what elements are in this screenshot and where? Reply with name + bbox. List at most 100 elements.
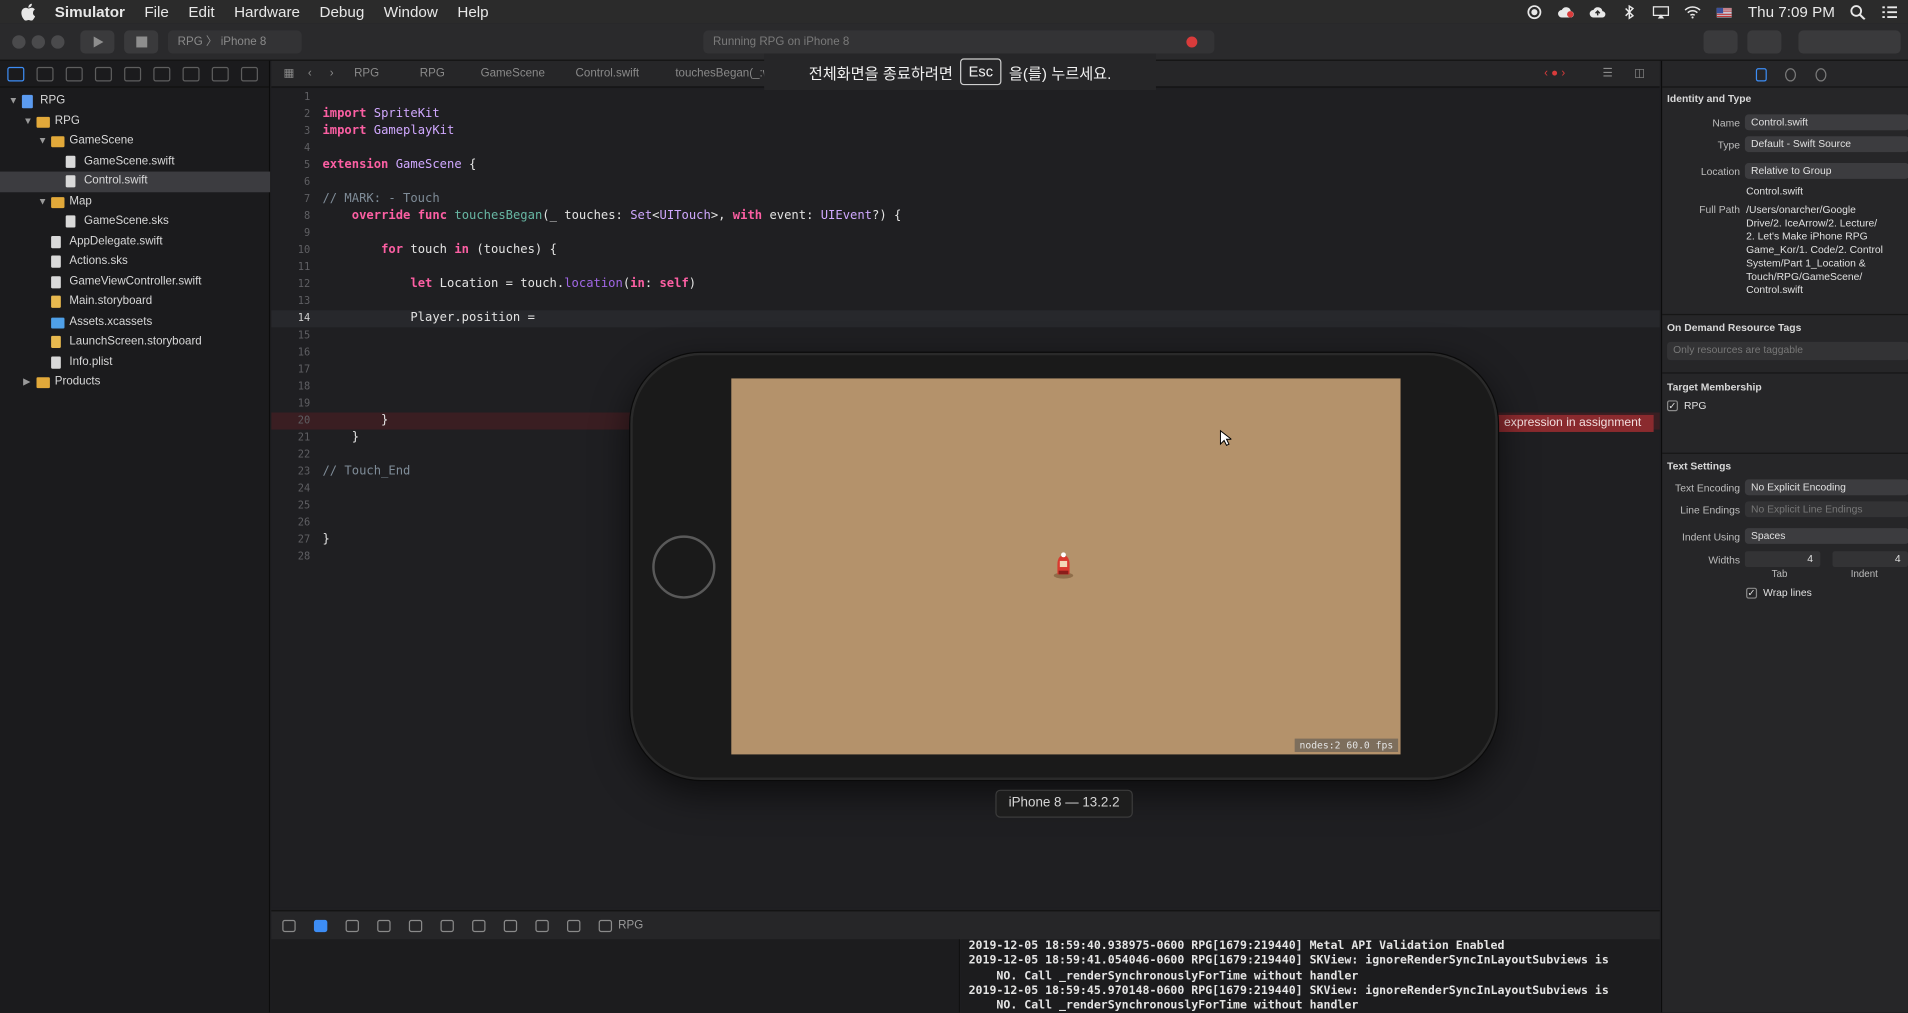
bluetooth-icon[interactable] [1621, 4, 1638, 19]
hide-debug-icon[interactable] [282, 919, 296, 933]
step-over-icon[interactable] [377, 919, 391, 933]
game-screen[interactable]: nodes:2 60.0 fps [731, 378, 1401, 755]
pause-icon[interactable] [345, 919, 359, 933]
indent-width-field[interactable]: 4 [1832, 551, 1908, 568]
line-number[interactable]: 6 [271, 174, 310, 191]
menu-help[interactable]: Help [457, 3, 488, 20]
panel-toggle-group[interactable] [1798, 30, 1901, 54]
minimap-icon[interactable]: ☰ [1603, 67, 1613, 80]
debug-target[interactable]: RPG [618, 919, 643, 932]
tree-item[interactable]: ▼ Map [0, 192, 270, 212]
flag-icon[interactable] [1716, 4, 1733, 19]
warning-icon[interactable] [124, 66, 142, 81]
code-line[interactable]: 2 import SpriteKit [271, 106, 1659, 123]
line-number[interactable]: 10 [271, 242, 310, 259]
line-number[interactable]: 20 [271, 412, 310, 429]
code-line[interactable]: 7 // MARK: - Touch [271, 191, 1659, 208]
list-icon[interactable] [1881, 4, 1898, 19]
line-number[interactable]: 22 [271, 447, 310, 464]
breadcrumb-folder[interactable]: GameScene [481, 67, 545, 80]
error-message[interactable]: expression in assignment [1496, 414, 1654, 432]
airplay-icon[interactable] [1653, 4, 1670, 19]
environment-icon[interactable] [535, 919, 549, 933]
variables-view[interactable] [271, 939, 961, 1013]
breakpoints-icon[interactable] [313, 919, 328, 933]
scheme-selector[interactable]: RPG 〉 iPhone 8 [167, 30, 302, 54]
line-number[interactable]: 28 [271, 549, 310, 566]
code-line[interactable]: 13 [271, 293, 1659, 310]
menu-window[interactable]: Window [384, 3, 438, 20]
library-button[interactable] [1703, 30, 1738, 54]
code-text[interactable]: import SpriteKit [322, 106, 439, 123]
minimize-window-button[interactable] [31, 35, 46, 49]
code-line[interactable]: 8 override func touchesBegan(_ touches: … [271, 208, 1659, 225]
target-checkbox[interactable]: ✓ [1667, 400, 1678, 412]
line-number[interactable]: 4 [271, 140, 310, 157]
console-output[interactable]: 2019-12-05 18:59:40.938975-0600 RPG[1679… [961, 939, 1660, 1013]
forward-icon[interactable]: › [330, 67, 334, 80]
code-text[interactable]: import GameplayKit [322, 123, 454, 140]
code-line[interactable]: 4 [271, 140, 1659, 157]
tree-item[interactable]: ▼ GameScene [0, 131, 270, 151]
zoom-window-button[interactable] [51, 35, 65, 49]
cloud-upload-icon[interactable] [1590, 4, 1607, 19]
line-number[interactable]: 14 [271, 310, 310, 327]
memory-graph-icon[interactable] [503, 919, 518, 933]
location-select[interactable]: Relative to Group [1744, 163, 1908, 179]
location-icon[interactable] [567, 919, 581, 933]
line-number[interactable]: 9 [271, 225, 310, 242]
error-indicator[interactable] [1186, 36, 1198, 48]
issue-nav-icon[interactable]: ‹ ● › [1544, 67, 1565, 80]
line-number[interactable]: 18 [271, 378, 310, 395]
tree-item[interactable]: ▼ RPG [0, 111, 270, 131]
history-icon[interactable] [1785, 68, 1796, 82]
line-number[interactable]: 13 [271, 293, 310, 310]
name-field[interactable]: Control.swift [1744, 114, 1908, 131]
disclosure-icon[interactable]: ▼ [23, 111, 33, 131]
code-text[interactable]: // Touch_End [322, 464, 410, 481]
indent-select[interactable]: Spaces [1744, 528, 1908, 544]
line-number[interactable]: 1 [271, 89, 310, 106]
record-icon[interactable] [1526, 4, 1543, 19]
disclosure-icon[interactable]: ▼ [9, 91, 19, 111]
code-line[interactable]: 9 [271, 225, 1659, 242]
odr-tags-field[interactable]: Only resources are taggable [1667, 341, 1908, 361]
code-line[interactable]: 5 extension GameScene { [271, 157, 1659, 174]
tree-item[interactable]: GameViewController.swift [0, 272, 270, 292]
code-text[interactable]: for touch in (touches) { [322, 242, 557, 259]
tab-width-field[interactable]: 4 [1744, 551, 1821, 568]
code-line[interactable]: 1 [271, 89, 1659, 106]
tree-item[interactable]: AppDelegate.swift [0, 232, 270, 252]
endings-select[interactable]: No Explicit Line Endings [1744, 501, 1908, 518]
wrap-lines-checkbox[interactable]: ✓ [1746, 587, 1758, 599]
line-number[interactable]: 26 [271, 515, 310, 532]
line-number[interactable]: 8 [271, 208, 310, 225]
code-line[interactable]: 14 Player.position = [271, 310, 1660, 328]
menu-edit[interactable]: Edit [188, 3, 214, 20]
code-text[interactable]: } [322, 430, 359, 447]
breadcrumb-group[interactable]: RPG [420, 67, 445, 80]
line-number[interactable]: 7 [271, 191, 310, 208]
menubar-clock[interactable]: Thu 7:09 PM [1748, 3, 1835, 20]
debug-icon[interactable] [182, 66, 200, 81]
code-line[interactable]: 11 [271, 259, 1659, 276]
tree-item[interactable]: GameScene.swift [0, 151, 270, 171]
stop-button[interactable] [124, 30, 159, 54]
line-number[interactable]: 16 [271, 344, 310, 361]
line-number[interactable]: 12 [271, 276, 310, 293]
line-number[interactable]: 15 [271, 327, 310, 344]
line-number[interactable]: 21 [271, 430, 310, 447]
back-icon[interactable]: ‹ [308, 67, 312, 80]
tree-item[interactable]: Main.storyboard [0, 292, 270, 312]
tree-item[interactable]: Actions.sks [0, 252, 270, 272]
step-into-icon[interactable] [408, 919, 423, 933]
test-icon[interactable] [153, 66, 171, 81]
target-icon[interactable] [598, 919, 613, 933]
folder-icon[interactable] [7, 66, 25, 81]
type-select[interactable]: Default - Swift Source [1744, 136, 1908, 153]
line-number[interactable]: 19 [271, 395, 310, 412]
tree-item[interactable]: GameScene.sks [0, 212, 270, 232]
disclosure-icon[interactable]: ▼ [38, 131, 48, 151]
line-number[interactable]: 25 [271, 498, 310, 515]
line-number[interactable]: 11 [271, 259, 310, 276]
